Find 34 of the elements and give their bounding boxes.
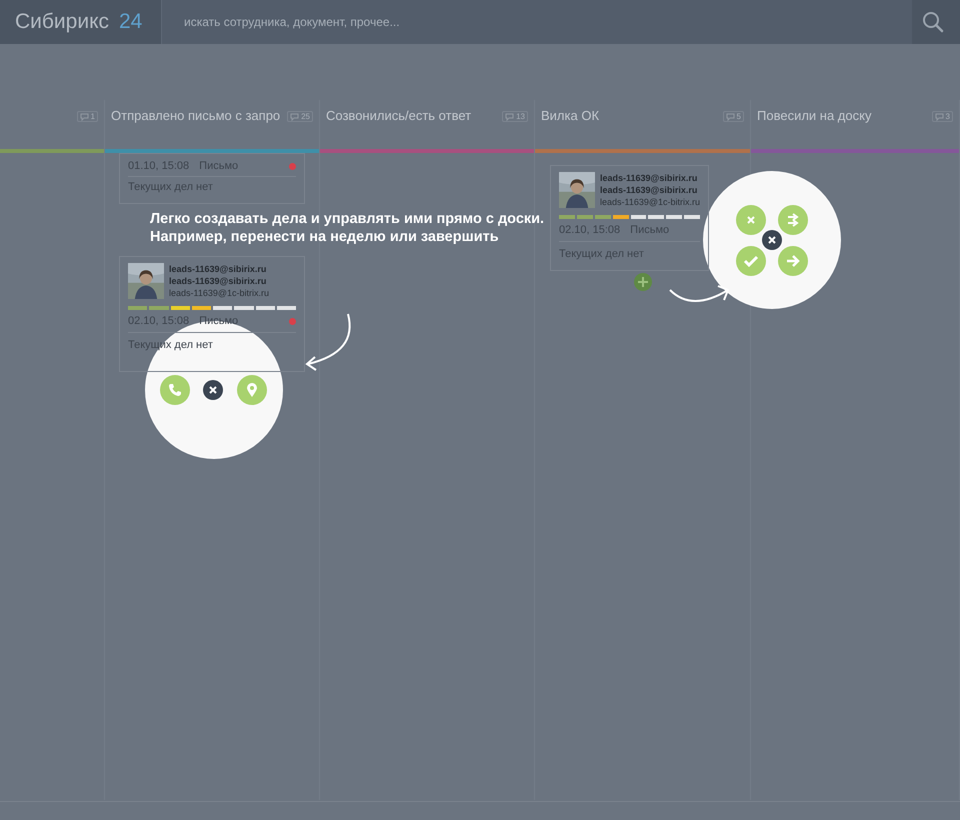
email-link[interactable]: leads-11639@1c-bitrix.ru [169, 287, 270, 299]
close-icon [768, 236, 776, 244]
comment-icon [80, 112, 89, 120]
email-link[interactable]: leads-11639@sibirix.ru [600, 184, 700, 196]
add-icon[interactable] [634, 273, 652, 291]
count-text: 13 [516, 112, 525, 121]
comment-icon [934, 112, 944, 120]
comment-icon [726, 112, 735, 120]
close-icon [747, 216, 755, 224]
logo-number[interactable]: 24 [119, 10, 142, 34]
close-icon [209, 386, 217, 394]
search-field[interactable]: искать сотрудника, документ, прочее... [161, 0, 912, 44]
count-text: 25 [301, 112, 310, 121]
count-text: 5 [736, 112, 741, 121]
email-link[interactable]: leads-11639@sibirix.ru [169, 263, 270, 275]
search-icon[interactable] [922, 11, 944, 33]
column-title: Отправлено письмо с запро [111, 108, 282, 123]
check-icon [743, 255, 759, 267]
count-text: 1 [90, 112, 95, 121]
pin-icon [246, 382, 258, 398]
logo-text[interactable]: Сибирикс [15, 10, 109, 34]
phone-icon [168, 383, 182, 397]
split-arrows-icon [786, 213, 800, 227]
hint-text: Легко создавать дела и управлять ими прямо с доски. Например, перенести на неделю или завершить [150, 210, 544, 246]
email-link[interactable]: leads-11639@sibirix.ru [169, 275, 270, 287]
comment-icon [505, 112, 514, 120]
count-text: 3 [946, 112, 950, 121]
column-title: Повесили на доску [757, 108, 872, 123]
column-title: Созвонились/есть ответ [326, 108, 472, 123]
column-title: Вилка ОК [541, 108, 600, 123]
arrow-right-icon [786, 255, 800, 267]
comment-icon [290, 112, 300, 120]
email-link[interactable]: leads-11639@1c-bitrix.ru [600, 196, 700, 208]
email-link[interactable]: leads-11639@sibirix.ru [600, 172, 700, 184]
